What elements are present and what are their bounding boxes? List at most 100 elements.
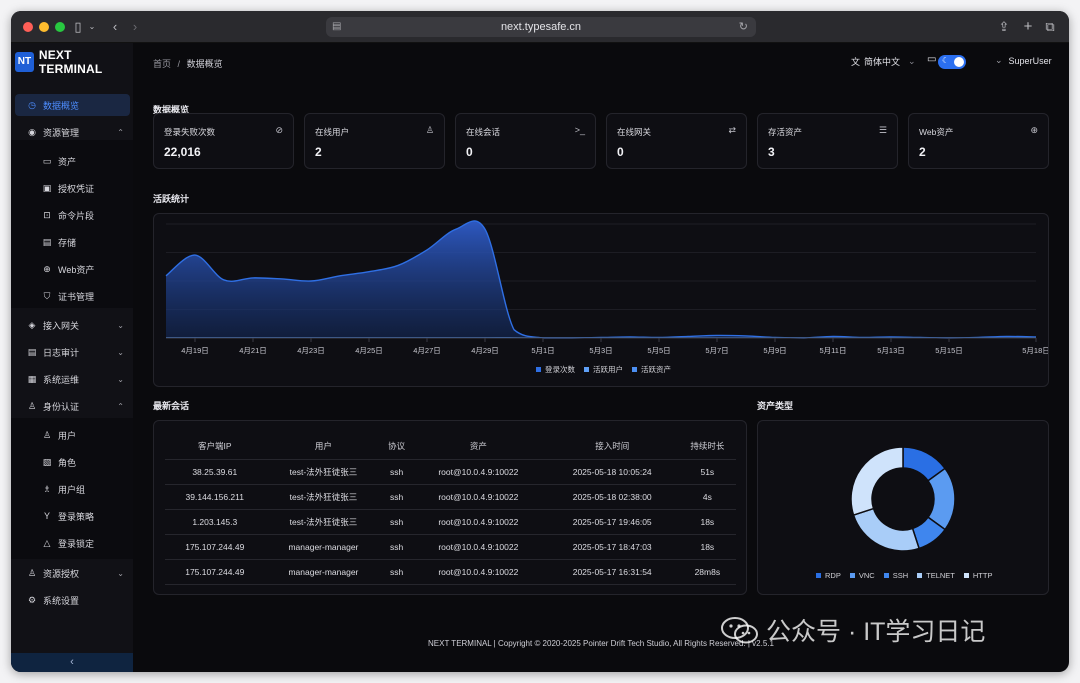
legend-item[interactable]: 活跃资产 xyxy=(632,364,671,375)
table-row[interactable]: 175.107.244.49 manager-manager ssh root@10.… xyxy=(165,534,736,560)
asset-types-panel: RDP VNC SSH TELNET HTTP xyxy=(757,420,1049,595)
sidebar-item-credential[interactable]: ▣ 授权凭证 xyxy=(15,177,130,199)
x-tick-label: 4月19日 xyxy=(181,346,209,355)
sidebar-item-users[interactable]: ♙ 用户 xyxy=(15,424,130,446)
brand-logo: NT xyxy=(15,52,34,72)
sidebar-item-settings[interactable]: ⚙ 系统设置 xyxy=(15,589,130,611)
minimize-window-button[interactable] xyxy=(39,22,49,32)
stat-label: 存活资产 xyxy=(768,127,803,137)
zoom-window-button[interactable] xyxy=(55,22,65,32)
reload-icon[interactable]: ↻ xyxy=(739,17,748,37)
legend-swatch xyxy=(917,573,923,578)
asset-types-chart xyxy=(850,446,956,552)
forward-icon[interactable]: › xyxy=(129,18,141,36)
brand[interactable]: NT NEXT TERMINAL xyxy=(15,48,133,76)
sidebar-item-label: 资源授权 xyxy=(43,568,80,579)
tab-overview-icon[interactable]: ⧉ xyxy=(1043,18,1057,36)
legend-label: TELNET xyxy=(926,571,955,580)
legend-item[interactable]: TELNET xyxy=(917,571,955,580)
table-row[interactable]: 39.144.156.211 test-法外狂徒张三 ssh root@10.0.4.… xyxy=(165,484,736,510)
sidebar-item-ops[interactable]: ▦ 系统运维 ⌄ xyxy=(15,368,130,390)
wechat-logo xyxy=(720,615,760,645)
sidebar-item-asset[interactable]: ▭ 资产 xyxy=(15,150,130,172)
ops-icon: ▦ xyxy=(27,373,37,384)
sidebar-item-identity[interactable]: ♙ 身份认证 ⌃ xyxy=(15,395,130,417)
x-tick-label: 5月9日 xyxy=(763,346,786,355)
table-cell: manager-manager xyxy=(264,534,383,560)
sidebar-item-user-groups[interactable]: ♗ 用户组 xyxy=(15,478,130,500)
auth-icon: ♙ xyxy=(27,567,37,578)
sidebar-item-label: 命令片段 xyxy=(58,210,95,221)
legend-item[interactable]: HTTP xyxy=(963,571,992,580)
legend-label: SSH xyxy=(892,571,909,580)
sidebar-item-storage[interactable]: ▤ 存储 xyxy=(15,231,130,253)
x-tick-label: 5月11日 xyxy=(820,346,847,355)
language-selector[interactable]: 文 简体中文 ⌄ xyxy=(851,55,916,68)
table-cell: 38.25.39.61 xyxy=(165,459,265,485)
x-tick-label: 5月1日 xyxy=(531,346,554,355)
sidebar-item-gateway[interactable]: ◈ 接入网关 ⌄ xyxy=(15,314,130,336)
sidebar-item-authorization[interactable]: ♙ 资源授权 ⌄ xyxy=(15,562,130,584)
chevron-down-icon: ⌄ xyxy=(995,55,1003,65)
legend-label: VNC xyxy=(858,571,875,580)
sidebar: NT NEXT TERMINAL ◷ 数据概览 ◉ 资源管理 ⌃ ▭ 资产 ▣ … xyxy=(11,43,133,672)
sidebar-item-command[interactable]: ⊡ 命令片段 xyxy=(15,204,130,226)
sidebar-item-label: 接入网关 xyxy=(43,320,80,331)
legend-swatch xyxy=(536,367,541,372)
sidebar-item-resource[interactable]: ◉ 资源管理 ⌃ xyxy=(15,121,130,143)
sidebar-item-login-lock[interactable]: △ 登录锁定 xyxy=(15,532,130,554)
collapse-sidebar-button[interactable]: ‹ xyxy=(11,653,133,672)
stat-value: 2 xyxy=(315,145,322,159)
server-icon: ☰ xyxy=(878,125,887,135)
table-cell: 28m8s xyxy=(678,559,736,585)
chevron-up-icon: ⌃ xyxy=(117,127,124,137)
table-row[interactable]: 38.25.39.61 test-法外狂徒张三 ssh root@10.0.4.9:1… xyxy=(165,459,736,485)
x-tick-label: 4月29日 xyxy=(471,346,499,355)
breadcrumb-home[interactable]: 首页 xyxy=(153,59,171,69)
theme-toggle[interactable]: ☾ xyxy=(938,55,966,69)
table-header-row: 客户端IP 用户 协议 资产 接入时间 持续时长 xyxy=(165,433,736,460)
new-tab-icon[interactable]: + xyxy=(1021,18,1035,36)
group-icon: ♗ xyxy=(42,483,52,494)
x-tick-label: 4月27日 xyxy=(413,346,441,355)
share-icon[interactable]: ⇪ xyxy=(997,18,1011,36)
legend-item[interactable]: RDP xyxy=(816,571,841,580)
sidebar-item-overview[interactable]: ◷ 数据概览 xyxy=(15,94,130,116)
monitor-icon: ▭ xyxy=(42,155,52,166)
table-row[interactable]: 1.203.145.3 test-法外狂徒张三 ssh root@10.0.4.9:1… xyxy=(165,509,736,535)
sidebar-item-web-asset[interactable]: ⊕ Web资产 xyxy=(15,258,130,280)
table-cell: ssh xyxy=(382,534,411,560)
table-cell: 2025-05-17 18:47:03 xyxy=(545,534,679,560)
legend-swatch xyxy=(816,573,821,578)
close-window-button[interactable] xyxy=(23,22,33,32)
legend-item[interactable]: 活跃用户 xyxy=(584,364,623,375)
users-icon: ♙ xyxy=(425,125,434,135)
moon-icon: ☾ xyxy=(942,56,950,65)
table-row[interactable]: 175.107.244.49 manager-manager ssh root@10.… xyxy=(165,559,736,585)
sidebar-toggle-icon[interactable]: ▯ xyxy=(71,18,85,36)
address-bar[interactable]: ▤ next.typesafe.cn ↻ xyxy=(326,17,756,37)
language-label: 简体中文 xyxy=(864,57,901,67)
activity-chart-panel: 4月19日 4月21日 4月23日 4月25日 4月27日 4月29日 5月1日 5月3日 5月… xyxy=(153,213,1050,387)
legend-item[interactable]: 登录次数 xyxy=(536,364,575,375)
back-icon[interactable]: ‹ xyxy=(109,18,121,36)
sidebar-item-login-policy[interactable]: Y 登录策略 xyxy=(15,505,130,527)
stat-label: 在线会话 xyxy=(466,127,501,137)
x-tick-label: 5月18日 xyxy=(1022,346,1048,355)
stat-value: 2 xyxy=(919,145,926,159)
sidebar-item-audit[interactable]: ▤ 日志审计 ⌄ xyxy=(15,341,130,363)
breadcrumb-current: 数据概览 xyxy=(186,59,223,69)
legend-item[interactable]: VNC xyxy=(849,571,875,580)
user-menu[interactable]: ⌄ SuperUser xyxy=(995,55,1052,66)
gateway-icon: ◈ xyxy=(28,319,36,330)
sidebar-item-roles[interactable]: ▧ 角色 xyxy=(15,451,130,473)
breadcrumb-separator: / xyxy=(177,59,181,69)
role-icon: ▧ xyxy=(42,456,52,467)
chevron-down-icon[interactable]: ⌄ xyxy=(87,18,97,36)
table-cell: 4s xyxy=(678,484,736,510)
sidebar-item-certificate[interactable]: ⛉ 证书管理 xyxy=(15,285,130,307)
table-cell: root@10.0.4.9:10022 xyxy=(410,509,546,535)
legend-item[interactable]: SSH xyxy=(883,571,909,580)
laptop-icon[interactable]: ▭ xyxy=(927,54,936,65)
x-tick-label: 5月5日 xyxy=(647,346,670,355)
